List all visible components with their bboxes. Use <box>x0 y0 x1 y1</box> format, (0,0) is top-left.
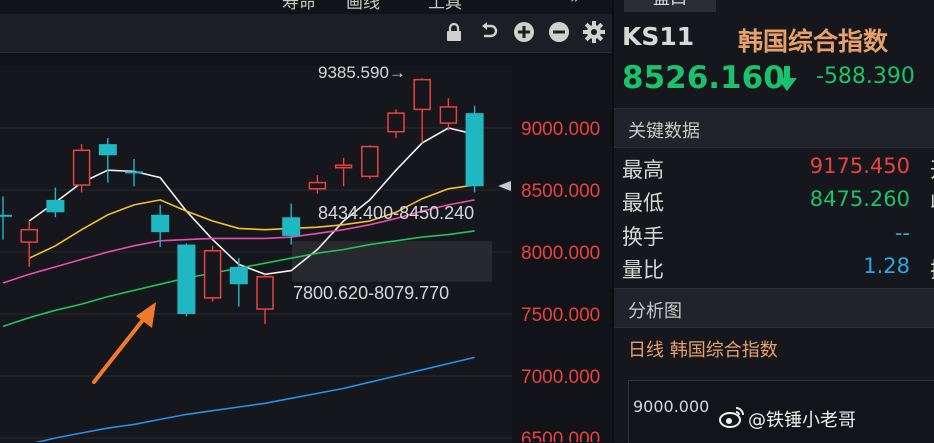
candle-body <box>282 217 301 236</box>
subchart-title: 日线 韩国综合指数 <box>628 340 778 361</box>
candle-body <box>229 266 248 285</box>
candle-body <box>203 250 222 299</box>
candle-body <box>465 113 484 187</box>
candle-body <box>177 244 196 314</box>
mini-chart-tick: 9000.000 <box>633 397 710 416</box>
zoom-out-icon[interactable] <box>547 20 571 44</box>
down-arrow-icon <box>777 66 797 91</box>
candle-body <box>125 171 143 174</box>
menu-item-lifespan[interactable]: 寿命 <box>282 0 316 13</box>
candle-body <box>361 145 379 178</box>
y-tick-label: 8500.000 <box>521 181 600 202</box>
quote-panel: 盘口 KS11 韩国综合指数 8526.160 -588.390 关键数据 最高… <box>614 0 934 443</box>
price-change: -588.390 <box>816 64 915 89</box>
current-price: 8526.160 <box>622 60 785 96</box>
undo-icon[interactable] <box>477 20 501 44</box>
candle-body <box>387 112 405 133</box>
y-tick-label: 7500.000 <box>521 305 600 326</box>
y-tick-label: 7000.000 <box>521 367 600 388</box>
tab-quote[interactable]: 盘口 <box>624 0 716 12</box>
key-data-header[interactable]: 关键数据 <box>614 108 934 148</box>
top-menu: 寿命 画线 工具 » <box>0 0 612 13</box>
symbol-code: KS11 <box>622 22 695 51</box>
annotation-zone-lower: 7800.620-8079.770 <box>293 283 449 303</box>
high-label: 最高 <box>622 158 664 182</box>
candle-body <box>439 106 458 124</box>
annotation-zone-upper: 8434.400-8450.240 <box>318 203 474 223</box>
symbol-name: 韩国综合指数 <box>738 27 889 56</box>
close-label: 收 <box>930 187 934 217</box>
settings-gear-icon[interactable] <box>582 20 606 44</box>
amplitude-label: 振 <box>930 254 934 284</box>
y-tick-label: 9000.000 <box>521 119 600 140</box>
volume-ratio-label: 量比 <box>622 258 664 282</box>
turnover-label: 换手 <box>622 225 664 249</box>
candle-body <box>334 164 353 169</box>
watermark: @铁锤小老哥 <box>748 410 856 431</box>
turnover-value: -- <box>894 221 910 245</box>
candlestick-chart[interactable]: 9000.000 8500.000 8000.000 7500.000 7000.000… <box>0 53 612 442</box>
menu-item-tools[interactable]: 工具 <box>428 0 462 13</box>
analysis-header[interactable]: 分析图 <box>614 288 934 328</box>
candle-body <box>46 199 65 213</box>
candle-body <box>0 214 12 217</box>
chart-svg: 9000.000 8500.000 8000.000 7500.000 7000.000… <box>0 63 600 442</box>
chart-toolbar <box>0 14 612 53</box>
menu-item-draw-line[interactable]: 画线 <box>346 0 380 13</box>
annotation-high: 9385.590→ <box>318 63 406 82</box>
low-label: 最低 <box>622 191 664 215</box>
candle-body <box>20 228 38 243</box>
candle-body <box>308 181 327 190</box>
volume-ratio-value: 1.28 <box>863 254 910 278</box>
low-value: 8475.260 <box>809 187 910 211</box>
candle-body <box>256 276 274 310</box>
candle-body <box>72 149 91 186</box>
lock-icon[interactable] <box>442 20 466 44</box>
analysis-title: 分析图 <box>628 301 682 322</box>
menu-item-expand[interactable]: » <box>570 0 580 8</box>
price-zone-box <box>292 241 492 282</box>
open-label: 开 <box>930 154 934 184</box>
key-data-title: 关键数据 <box>628 121 700 142</box>
zoom-in-icon[interactable] <box>512 20 536 44</box>
y-tick-label: 8000.000 <box>521 243 600 264</box>
weibo-icon <box>719 407 744 428</box>
high-value: 9175.450 <box>809 154 910 178</box>
candle-body <box>151 214 170 233</box>
candle-body <box>413 78 431 111</box>
candle-body <box>98 144 117 156</box>
y-tick-label: 6500.000 <box>521 429 600 442</box>
